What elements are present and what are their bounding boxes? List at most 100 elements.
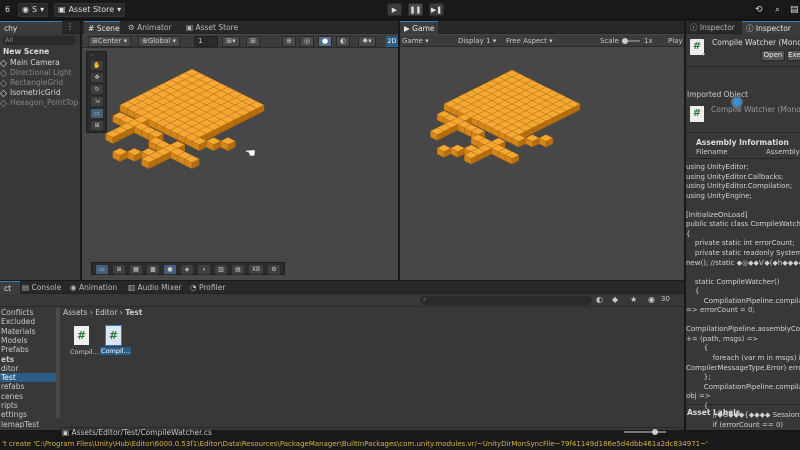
- project-tree-item[interactable]: lemapTest: [0, 420, 56, 428]
- aspect-dropdown[interactable]: Free Aspect ▾: [506, 35, 553, 47]
- lighting-icon[interactable]: ◐: [336, 36, 350, 47]
- script-icon: #: [74, 326, 89, 345]
- history-icon[interactable]: ⟲: [752, 3, 766, 17]
- icon-size-slider[interactable]: [624, 431, 666, 433]
- tab-animator[interactable]: ⚙ Animator: [124, 21, 176, 34]
- tab-game[interactable]: ▶ Game: [400, 21, 438, 34]
- gameobject-icon: [0, 69, 8, 77]
- hierarchy-item-hexagon-pointtop[interactable]: Hexagon_PointTop: [0, 98, 78, 108]
- tab-inspector-2-label: Inspector: [755, 24, 791, 33]
- eye-icon[interactable]: ◉: [648, 295, 655, 304]
- filter-icon[interactable]: ◐: [596, 295, 603, 304]
- tab-audio-mixer-label: Audio Mixer: [137, 283, 182, 292]
- fill-icon[interactable]: ◈: [180, 264, 194, 275]
- hierarchy-item-label: IsometricGrid: [10, 88, 61, 97]
- space-dropdown[interactable]: ⊕Global ▾: [138, 36, 180, 47]
- grid-icon[interactable]: ▤: [231, 264, 245, 275]
- zoom-icon[interactable]: ⌕: [197, 264, 211, 275]
- project-tree-item[interactable]: Conflicts: [0, 308, 56, 317]
- play-button[interactable]: ▶: [387, 3, 402, 16]
- project-tree-item[interactable]: Models: [0, 336, 56, 345]
- tab-project[interactable]: ct: [0, 281, 20, 294]
- display-dropdown[interactable]: Display 1 ▾: [458, 35, 496, 47]
- breadcrumb-test[interactable]: Test: [125, 308, 142, 317]
- project-tree-item[interactable]: ettings: [0, 410, 56, 419]
- unity-logo[interactable]: 6: [2, 3, 13, 17]
- assembly-info-header[interactable]: Assembly Information: [696, 138, 789, 147]
- tab-profiler[interactable]: ◔ Profiler: [186, 281, 229, 294]
- project-tree-item[interactable]: cenes: [0, 392, 56, 401]
- hierarchy-item-main-camera[interactable]: Main Camera: [0, 58, 60, 68]
- breadcrumb-editor[interactable]: Editor: [95, 308, 117, 317]
- project-tree-item[interactable]: ditor: [0, 364, 56, 373]
- scene-header[interactable]: New Scene: [0, 47, 80, 57]
- tab-scene[interactable]: # Scene: [84, 21, 120, 34]
- asset-store-button[interactable]: ▣ Asset Store ▾: [54, 3, 126, 17]
- box-fill-icon[interactable]: ▩: [146, 264, 160, 275]
- select-tile-icon[interactable]: ▭: [95, 264, 109, 275]
- tab-console[interactable]: ▤ Console: [18, 281, 65, 294]
- scene-canvas[interactable]: ☚: [82, 49, 398, 265]
- picker-icon[interactable]: ●: [163, 264, 177, 275]
- wireframe-icon[interactable]: ◎: [300, 36, 314, 47]
- hierarchy-item-rectangle-grid[interactable]: RectangleGrid: [0, 78, 63, 88]
- project-tree-item[interactable]: Excluded: [0, 317, 56, 326]
- file-item[interactable]: # Compil...: [70, 326, 99, 356]
- snap-icon[interactable]: ⊞▾: [222, 36, 240, 47]
- breadcrumb-assets[interactable]: Assets: [63, 308, 87, 317]
- tab-audio-mixer[interactable]: ▥ Audio Mixer: [124, 281, 186, 294]
- project-search-input[interactable]: ⌕: [420, 296, 592, 305]
- hierarchy-item-directional-light[interactable]: Directional Light: [0, 68, 72, 78]
- project-tree-item[interactable]: Materials: [0, 327, 56, 336]
- 2d-toggle[interactable]: 2D: [386, 36, 398, 47]
- project-tree-item[interactable]: ripts: [0, 401, 56, 410]
- tab-inspector-1[interactable]: ⓘ Inspector: [686, 21, 742, 34]
- gameobject-icon: [0, 89, 8, 97]
- label-icon[interactable]: ◆: [612, 295, 618, 304]
- project-tree-item[interactable]: Prefabs: [0, 345, 56, 354]
- step-button[interactable]: ▶❚: [429, 3, 444, 16]
- search-icon[interactable]: ⌕: [772, 3, 783, 17]
- shaded-icon[interactable]: ●: [318, 36, 332, 47]
- chevron-down-icon[interactable]: ▾: [702, 51, 705, 58]
- scale-slider-handle[interactable]: [622, 38, 628, 44]
- code-line: CompilationPipeline.compilatio: [686, 296, 800, 305]
- icon-size-slider-handle[interactable]: [652, 429, 658, 435]
- tab-hierarchy[interactable]: chy: [0, 21, 62, 34]
- palette-icon[interactable]: ▥: [214, 264, 228, 275]
- project-tree-item[interactable]: refabs: [0, 382, 56, 391]
- tab-inspector-2[interactable]: ⓘ Inspector: [742, 21, 800, 34]
- tab-asset-store[interactable]: ▣ Asset Store: [182, 21, 242, 34]
- incremental-snap-icon[interactable]: ⊞: [246, 36, 260, 47]
- status-bar[interactable]: 't create 'C:\Program Files\Unity\Hub\Ed…: [0, 438, 800, 450]
- pivot-dropdown[interactable]: ⊞Center ▾: [88, 36, 132, 47]
- scene-toolbar: ⊞Center ▾ ⊕Global ▾ 1 ⊞▾ ⊞ ⊕ ◎ ● ◐ ✸▾ 2D: [82, 35, 398, 48]
- more-icon[interactable]: ⋮: [66, 22, 74, 31]
- grid-snap-input[interactable]: 1: [194, 36, 218, 47]
- paint-tile-icon[interactable]: ▦: [129, 264, 143, 275]
- open-button[interactable]: Open: [761, 50, 785, 61]
- animation-icon: ◉: [70, 283, 77, 292]
- pause-button[interactable]: ❚❚: [408, 3, 423, 16]
- search-input[interactable]: All: [2, 36, 76, 45]
- settings-tile-icon[interactable]: ⚙: [267, 264, 281, 275]
- project-tree-item[interactable]: Test: [0, 373, 56, 383]
- play-mode-dropdown[interactable]: Play: [668, 35, 683, 47]
- project-tree-item[interactable]: ets: [0, 355, 56, 364]
- xb-button[interactable]: XB: [248, 264, 264, 275]
- file-item-selected[interactable]: # Compil...: [100, 325, 131, 355]
- game-mode-dropdown[interactable]: Game ▾: [402, 35, 429, 47]
- hierarchy-item-isometric-grid[interactable]: IsometricGrid: [0, 88, 61, 98]
- tree-scrollbar[interactable]: [56, 308, 60, 418]
- move-tile-icon[interactable]: ⊞: [112, 264, 126, 275]
- draw-mode-icon[interactable]: ⊕: [282, 36, 296, 47]
- code-line: {: [686, 229, 691, 238]
- assembly-info-text: Assembly Information: [696, 138, 789, 147]
- effects-icon[interactable]: ✸▾: [358, 36, 376, 47]
- star-icon[interactable]: ★: [630, 295, 637, 304]
- layers-icon[interactable]: ▤: [787, 3, 800, 17]
- tab-animation[interactable]: ◉ Animation: [66, 281, 121, 294]
- execute-button[interactable]: Exe: [787, 50, 800, 61]
- account-button[interactable]: ◉ S ▾: [18, 3, 49, 17]
- divider: [686, 66, 800, 67]
